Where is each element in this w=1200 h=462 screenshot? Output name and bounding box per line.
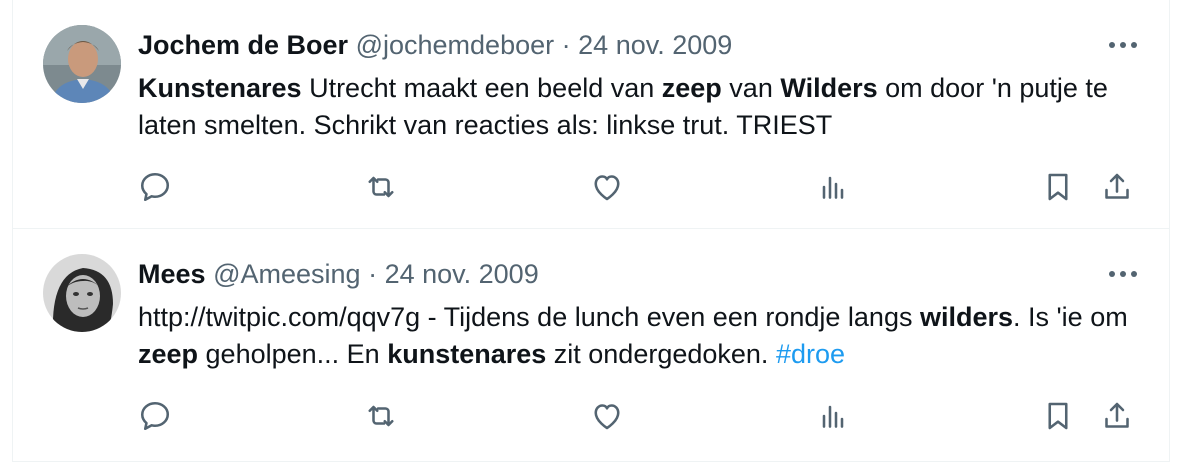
user-handle[interactable]: @jochemdeboer (356, 30, 555, 60)
avatar-image (43, 25, 121, 103)
text-bold: zeep (661, 73, 722, 103)
like-button[interactable] (587, 167, 627, 207)
tweet-actions (13, 167, 1169, 207)
views-button[interactable] (813, 396, 853, 436)
separator: · (368, 259, 378, 289)
display-name[interactable]: Mees (138, 259, 206, 289)
text-bold: wilders (919, 302, 1014, 332)
user-handle[interactable]: @Ameesing (213, 259, 360, 289)
display-name[interactable]: Jochem de Boer (138, 30, 348, 60)
more-options-button[interactable] (1103, 28, 1143, 62)
more-options-button[interactable] (1103, 257, 1143, 291)
like-button[interactable] (587, 396, 627, 436)
retweet-button[interactable] (361, 167, 401, 207)
reply-icon (140, 401, 170, 431)
text-run: . Is 'ie om (1013, 302, 1128, 332)
separator: · (561, 30, 571, 60)
views-icon (822, 405, 844, 428)
tweet-date[interactable]: 24 nov. 2009 (385, 259, 539, 289)
bookmark-button[interactable] (1038, 167, 1078, 207)
text-bold: kunstenares (387, 339, 547, 369)
more-icon (1109, 42, 1137, 48)
text-run: http://twitpic.com/qqv7g - Tijdens de lu… (138, 302, 920, 332)
text-run: van (721, 73, 781, 103)
tweet[interactable]: Mees @Ameesing · 24 nov. 2009 http://twi… (13, 229, 1169, 462)
reply-icon (140, 172, 170, 202)
share-button[interactable] (1097, 167, 1137, 207)
share-icon (1105, 173, 1129, 199)
tweet-header: Mees @Ameesing · 24 nov. 2009 (138, 257, 539, 291)
share-icon (1105, 402, 1129, 428)
more-icon (1109, 271, 1137, 277)
avatar[interactable] (43, 25, 121, 103)
reply-button[interactable] (135, 396, 175, 436)
timeline: Jochem de Boer @jochemdeboer · 24 nov. 2… (12, 0, 1170, 462)
bookmark-icon (1048, 173, 1068, 201)
views-icon (822, 176, 844, 199)
share-button[interactable] (1097, 396, 1137, 436)
retweet-icon (368, 176, 394, 198)
tweet-text: http://twitpic.com/qqv7g - Tijdens de lu… (138, 299, 1128, 373)
tweet[interactable]: Jochem de Boer @jochemdeboer · 24 nov. 2… (13, 0, 1169, 229)
hashtag-link[interactable]: #droe (776, 339, 845, 369)
tweet-text: Kunstenares Utrecht maakt een beeld van … (138, 70, 1128, 144)
text-run: geholpen... En (198, 339, 388, 369)
avatar[interactable] (43, 254, 121, 332)
reply-button[interactable] (135, 167, 175, 207)
like-icon (594, 404, 620, 430)
tweet-date[interactable]: 24 nov. 2009 (578, 30, 732, 60)
tweet-header: Jochem de Boer @jochemdeboer · 24 nov. 2… (138, 28, 732, 62)
tweet-actions (13, 396, 1169, 436)
text-bold: Kunstenares (138, 73, 302, 103)
views-button[interactable] (813, 167, 853, 207)
like-icon (594, 175, 620, 201)
text-run: Utrecht maakt een beeld van (301, 73, 662, 103)
text-bold: zeep (138, 339, 199, 369)
text-run: zit ondergedoken. (546, 339, 776, 369)
text-bold: Wilders (780, 73, 878, 103)
retweet-button[interactable] (361, 396, 401, 436)
bookmark-button[interactable] (1038, 396, 1078, 436)
bookmark-icon (1048, 402, 1068, 430)
retweet-icon (368, 405, 394, 427)
avatar-image (43, 254, 121, 332)
